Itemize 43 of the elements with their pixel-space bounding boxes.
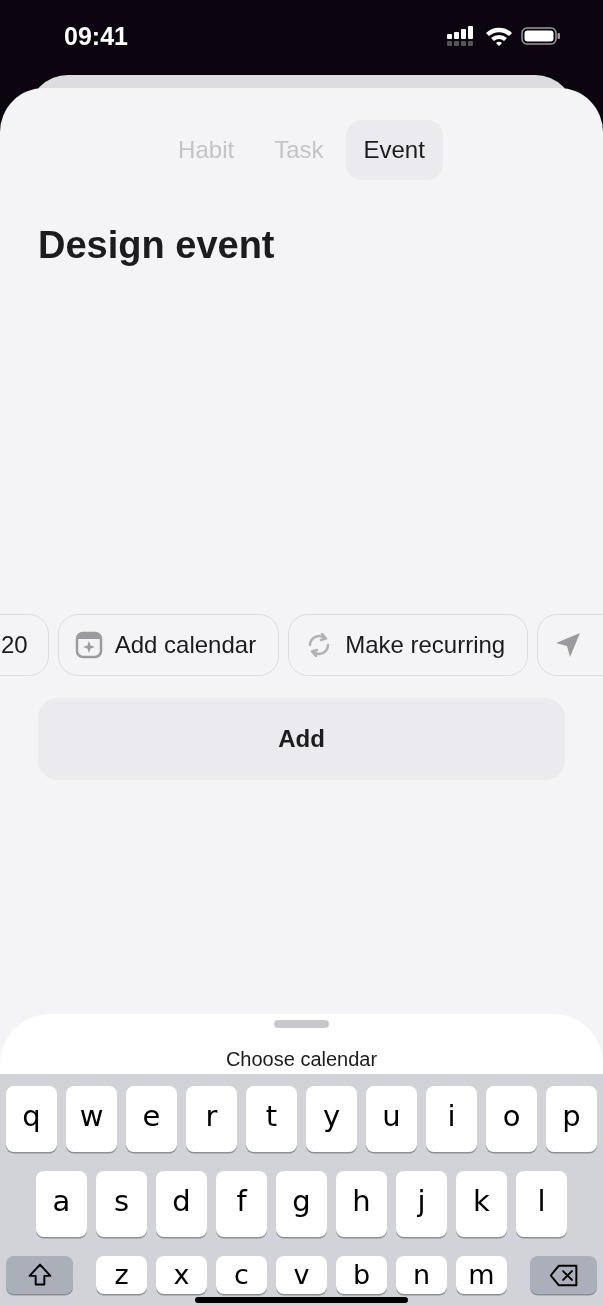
calendar-icon	[74, 631, 103, 659]
key[interactable]: v	[276, 1256, 327, 1294]
key[interactable]: l	[516, 1171, 567, 1237]
key[interactable]: o	[486, 1086, 537, 1152]
key[interactable]: t	[246, 1086, 297, 1152]
key[interactable]: m	[456, 1256, 507, 1294]
key[interactable]: b	[336, 1256, 387, 1294]
recurring-chip[interactable]: Make recurring	[288, 614, 529, 676]
key[interactable]: i	[426, 1086, 477, 1152]
status-time: 09:41	[64, 21, 128, 51]
shift-key[interactable]	[6, 1256, 73, 1294]
key[interactable]: z	[96, 1256, 147, 1294]
key[interactable]: e	[126, 1086, 177, 1152]
wifi-icon	[485, 25, 513, 46]
event-title: Design event	[38, 224, 276, 268]
key[interactable]: n	[396, 1256, 447, 1294]
delete-icon	[548, 1263, 579, 1287]
key[interactable]: r	[186, 1086, 237, 1152]
key[interactable]: w	[66, 1086, 117, 1152]
key[interactable]: p	[546, 1086, 597, 1152]
location-arrow-icon	[554, 631, 583, 659]
add-calendar-chip[interactable]: Add calendar	[57, 614, 280, 676]
key[interactable]: d	[156, 1171, 207, 1237]
key[interactable]: k	[456, 1171, 507, 1237]
key[interactable]: a	[36, 1171, 87, 1237]
drag-handle[interactable]	[274, 1020, 329, 1028]
key[interactable]: s	[96, 1171, 147, 1237]
date-chip[interactable]: 20	[0, 614, 49, 676]
key[interactable]: g	[276, 1171, 327, 1237]
key[interactable]: j	[396, 1171, 447, 1237]
delete-key[interactable]	[530, 1256, 597, 1294]
key[interactable]: h	[336, 1171, 387, 1237]
key[interactable]: u	[366, 1086, 417, 1152]
add-button[interactable]: Add	[38, 698, 565, 780]
key[interactable]: f	[216, 1171, 267, 1237]
key[interactable]: q	[6, 1086, 57, 1152]
tab[interactable]: Event	[345, 120, 443, 180]
key[interactable]: c	[216, 1256, 267, 1294]
key[interactable]: x	[156, 1256, 207, 1294]
key[interactable]: y	[306, 1086, 357, 1152]
battery-icon	[521, 25, 561, 46]
sheet-title: Choose calendar	[225, 1048, 378, 1071]
shift-icon	[26, 1262, 53, 1288]
